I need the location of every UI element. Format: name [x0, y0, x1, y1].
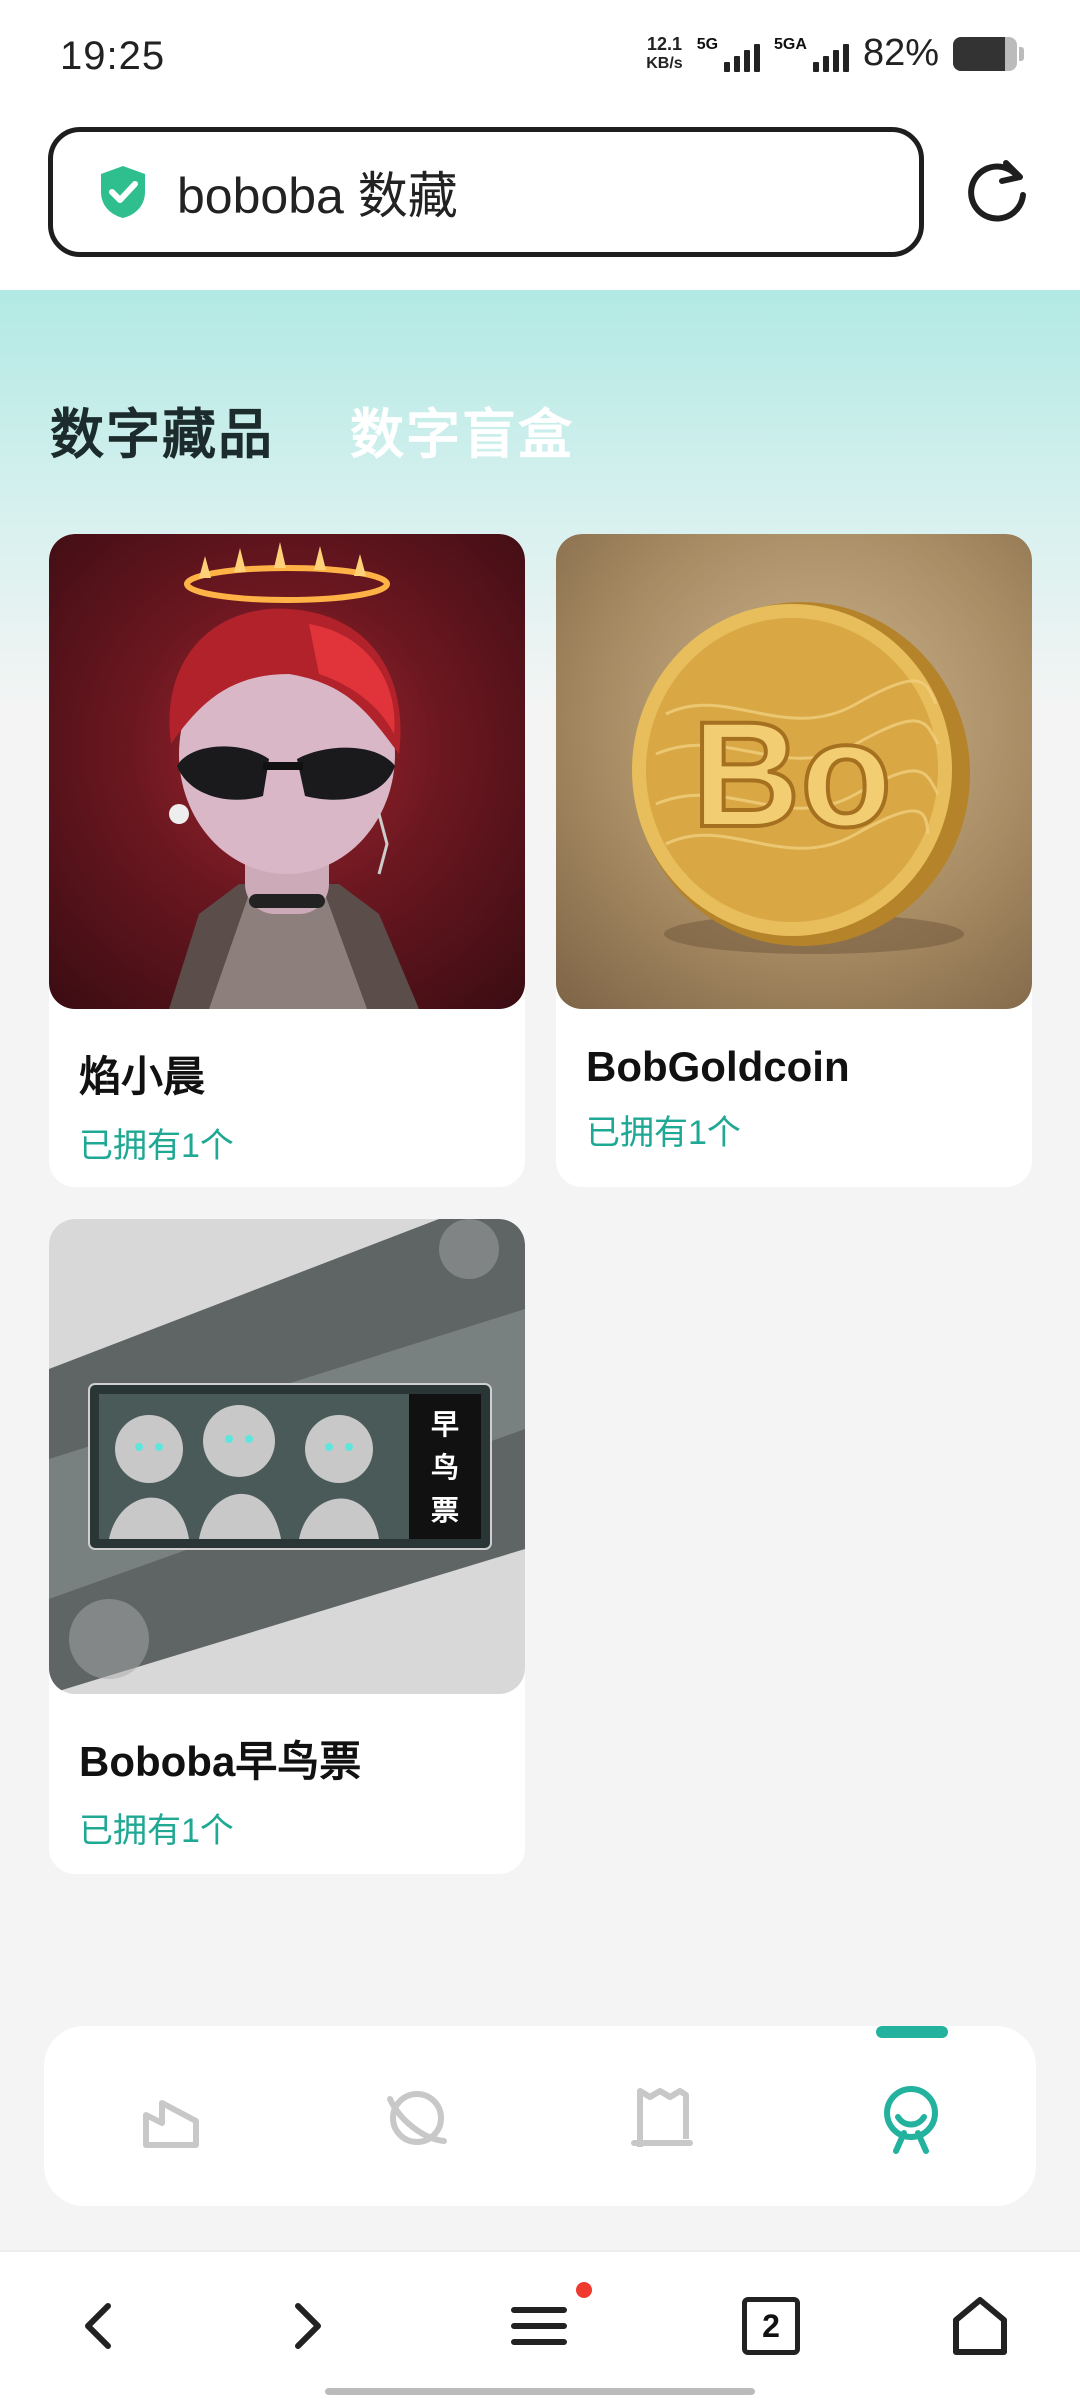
owned-count: 已拥有1个: [79, 1127, 234, 1165]
home-icon[interactable]: [136, 2081, 210, 2155]
tab-label: 数字盲盒: [350, 405, 574, 465]
network-speed-value: 12.1: [646, 33, 682, 54]
url-field[interactable]: boboba 数藏: [48, 127, 924, 257]
notification-dot: [576, 2282, 592, 2298]
shield-check-icon: [101, 166, 145, 218]
tab-digital-collectibles[interactable]: 数字藏品: [50, 390, 274, 475]
owned-count: 已拥有1个: [586, 1114, 741, 1152]
battery-percent: 82%: [862, 32, 939, 74]
sim1-label: 5G: [696, 35, 719, 53]
sim1-signal-icon: 5G: [696, 35, 761, 72]
ticket-char: 票: [431, 1494, 459, 1527]
collectible-card[interactable]: 焰小晨 已拥有1个: [49, 534, 525, 1187]
avatar-character-artwork: [49, 534, 525, 1009]
collectible-name: 焰小晨: [79, 1053, 206, 1100]
status-indicators: 12.1 KB/s 5G 5GA 82%: [646, 32, 1024, 75]
active-tab-indicator: [876, 2026, 948, 2038]
profile-icon[interactable]: [874, 2081, 948, 2155]
tab-label: 数字藏品: [50, 405, 274, 465]
sim2-label: 5GA: [774, 35, 807, 53]
back-icon[interactable]: [66, 2292, 134, 2360]
collectible-card[interactable]: Bo BobGoldcoin 已拥有1个: [556, 534, 1032, 1187]
status-time: 19:25: [60, 34, 166, 78]
receipt-icon[interactable]: [626, 2081, 700, 2155]
ticket-char: 早: [431, 1408, 459, 1441]
forward-icon[interactable]: [272, 2292, 340, 2360]
browser-nav-bar: 2: [0, 2250, 1080, 2400]
network-speed: 12.1 KB/s: [646, 34, 682, 74]
collectible-card[interactable]: 早 鸟 票 Boboba早鸟票 已拥有1个: [49, 1219, 525, 1874]
sim2-signal-icon: 5GA: [774, 36, 849, 72]
address-bar: boboba 数藏: [0, 115, 1080, 290]
home-icon[interactable]: [946, 2292, 1014, 2360]
gesture-home-indicator[interactable]: [325, 2388, 755, 2395]
reload-icon[interactable]: [962, 155, 1032, 225]
tab-digital-blind-box[interactable]: 数字盲盒: [350, 390, 574, 469]
gold-coin-artwork: Bo: [556, 534, 1032, 1009]
early-bird-ticket-artwork: 早 鸟 票: [49, 1219, 525, 1694]
owned-count: 已拥有1个: [79, 1812, 234, 1850]
collectible-name: Boboba早鸟票: [79, 1738, 362, 1785]
battery-icon: [953, 36, 1017, 71]
tab-count: 2: [762, 2307, 780, 2344]
status-bar: 19:25 12.1 KB/s 5G 5GA 82%: [0, 0, 1080, 115]
tabs-icon[interactable]: 2: [742, 2297, 800, 2355]
collectible-name: BobGoldcoin: [586, 1043, 850, 1090]
ticket-char: 鸟: [431, 1451, 459, 1484]
menu-icon[interactable]: [506, 2292, 574, 2360]
network-speed-unit: KB/s: [646, 54, 683, 72]
app-tab-bar: [44, 2026, 1036, 2206]
svg-text:Bo: Bo: [692, 690, 892, 858]
url-text: boboba 数藏: [177, 168, 458, 224]
planet-icon[interactable]: [380, 2081, 454, 2155]
